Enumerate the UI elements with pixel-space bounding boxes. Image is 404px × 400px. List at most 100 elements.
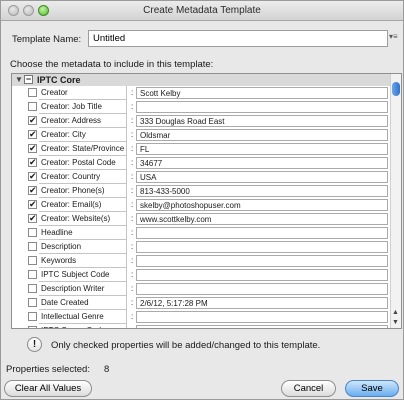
metadata-field-value-input[interactable]: 34677 [136,157,388,169]
group-title: IPTC Core [37,75,81,85]
include-checkbox[interactable]: ✔ [28,144,37,153]
include-checkbox[interactable] [28,284,37,293]
include-checkbox[interactable] [28,256,37,265]
metadata-field-value-input[interactable] [136,101,388,113]
metadata-field-value-input[interactable]: Scott Kelby [136,87,388,99]
include-checkbox[interactable]: ✔ [28,186,37,195]
metadata-field-label: Creator: Job Title [39,100,127,114]
include-checkbox[interactable]: ✔ [28,130,37,139]
include-checkbox[interactable]: ✔ [28,214,37,223]
field-separator: : [131,158,134,167]
metadata-field-value-input[interactable]: Oldsmar [136,129,388,141]
save-button[interactable]: Save [345,380,399,397]
disclosure-triangle-icon[interactable]: ▼ [15,75,23,84]
field-separator: : [131,298,134,307]
metadata-field-value-input[interactable]: 333 Douglas Road East [136,115,388,127]
metadata-row: ✔ Creator: Country: USA [12,170,390,184]
include-checkbox[interactable]: ✔ [28,200,37,209]
metadata-field-value-input[interactable] [136,269,388,281]
template-menu-icon[interactable]: ▾≡ [389,32,398,41]
metadata-row: ✔ Creator: Address:333 Douglas Road East [12,114,390,128]
vertical-scrollbar[interactable]: ▲ ▼ [390,74,401,328]
field-separator: : [131,214,134,223]
metadata-row: ✔ Creator: Website(s): www.scottkelby.com [12,212,390,226]
field-separator: : [131,228,134,237]
field-separator: : [131,88,134,97]
metadata-field-value-input[interactable] [136,311,388,323]
include-checkbox[interactable] [28,242,37,251]
group-header-iptc-core[interactable]: ▼ − IPTC Core [12,74,390,86]
metadata-field-value-input[interactable]: www.scottkelby.com [136,213,388,225]
metadata-field-label: Keywords [39,254,127,268]
metadata-field-value-input[interactable]: 2/6/12, 5:17:28 PM [136,297,388,309]
metadata-field-value-input[interactable]: FL [136,143,388,155]
metadata-row: Description: [12,240,390,254]
field-separator: : [131,172,134,181]
scrollbar-thumb[interactable] [392,82,400,96]
metadata-field-label: IPTC Subject Code [39,268,127,282]
create-metadata-template-dialog: Create Metadata Template Template Name: … [0,0,404,400]
properties-selected-count: 8 [104,364,110,375]
include-checkbox[interactable] [28,326,37,328]
field-separator: : [131,186,134,195]
field-separator: : [131,256,134,265]
choose-metadata-label: Choose the metadata to include in this t… [10,59,214,70]
metadata-row: Intellectual Genre: [12,310,390,324]
metadata-field-label: Creator: Email(s) [39,198,127,212]
metadata-row: IPTC Subject Code: [12,268,390,282]
clear-all-values-button[interactable]: Clear All Values [4,380,92,397]
cancel-button[interactable]: Cancel [281,380,336,397]
properties-selected-label: Properties selected: [6,364,90,375]
metadata-field-value-input[interactable] [136,255,388,267]
metadata-field-value-input[interactable] [136,241,388,253]
metadata-row: Headline: [12,226,390,240]
metadata-field-label: IPTC Scene Code [39,324,127,328]
field-separator: : [131,116,134,125]
window-title: Create Metadata Template [143,5,261,16]
include-checkbox[interactable]: ✔ [28,116,37,125]
metadata-row: ✔ Creator: Postal Code:34677 [12,156,390,170]
metadata-field-value-input[interactable] [136,227,388,239]
metadata-field-label: Creator: Postal Code [39,156,127,170]
field-separator: : [131,102,134,111]
metadata-field-value-input[interactable] [136,283,388,295]
include-checkbox[interactable] [28,88,37,97]
metadata-field-value-input[interactable]: USA [136,171,388,183]
title-bar: Create Metadata Template [1,1,403,21]
template-name-input[interactable] [88,30,388,47]
metadata-row: ✔ Creator: Email(s): skelby@photoshopuser.… [12,198,390,212]
template-name-label: Template Name: [12,34,82,45]
group-checkbox[interactable]: − [24,75,33,84]
metadata-field-value-input[interactable] [136,325,388,328]
metadata-row: Keywords: [12,254,390,268]
scroll-up-arrow-icon[interactable]: ▲ [392,309,399,316]
include-checkbox[interactable]: ✔ [28,172,37,181]
metadata-row: ✔ Creator: City: Oldsmar [12,128,390,142]
include-checkbox[interactable] [28,270,37,279]
field-separator: : [131,270,134,279]
metadata-field-label: Description Writer [39,282,127,296]
field-separator: : [131,144,134,153]
metadata-field-value-input[interactable]: skelby@photoshopuser.com [136,199,388,211]
metadata-field-label: Creator: Country [39,170,127,184]
include-checkbox[interactable] [28,312,37,321]
include-checkbox[interactable]: ✔ [28,158,37,167]
template-name-row: Template Name: [8,28,388,50]
metadata-field-label: Creator: Address [39,114,127,128]
include-checkbox[interactable] [28,102,37,111]
field-separator: : [131,312,134,321]
field-separator: : [131,200,134,209]
metadata-row: ✔ Creator: State/Province: FL [12,142,390,156]
metadata-field-label: Date Created [39,296,127,310]
field-separator: : [131,326,133,328]
metadata-field-label: Creator: State/Province [39,142,127,156]
metadata-row: IPTC Scene Code: [12,324,390,328]
field-separator: : [131,242,134,251]
scroll-down-arrow-icon[interactable]: ▼ [392,319,399,326]
metadata-field-label: Creator [39,86,127,100]
metadata-field-value-input[interactable]: 813-433-5000 [136,185,388,197]
include-checkbox[interactable] [28,298,37,307]
metadata-field-label: Intellectual Genre [39,310,127,324]
field-separator: : [131,130,134,139]
include-checkbox[interactable] [28,228,37,237]
